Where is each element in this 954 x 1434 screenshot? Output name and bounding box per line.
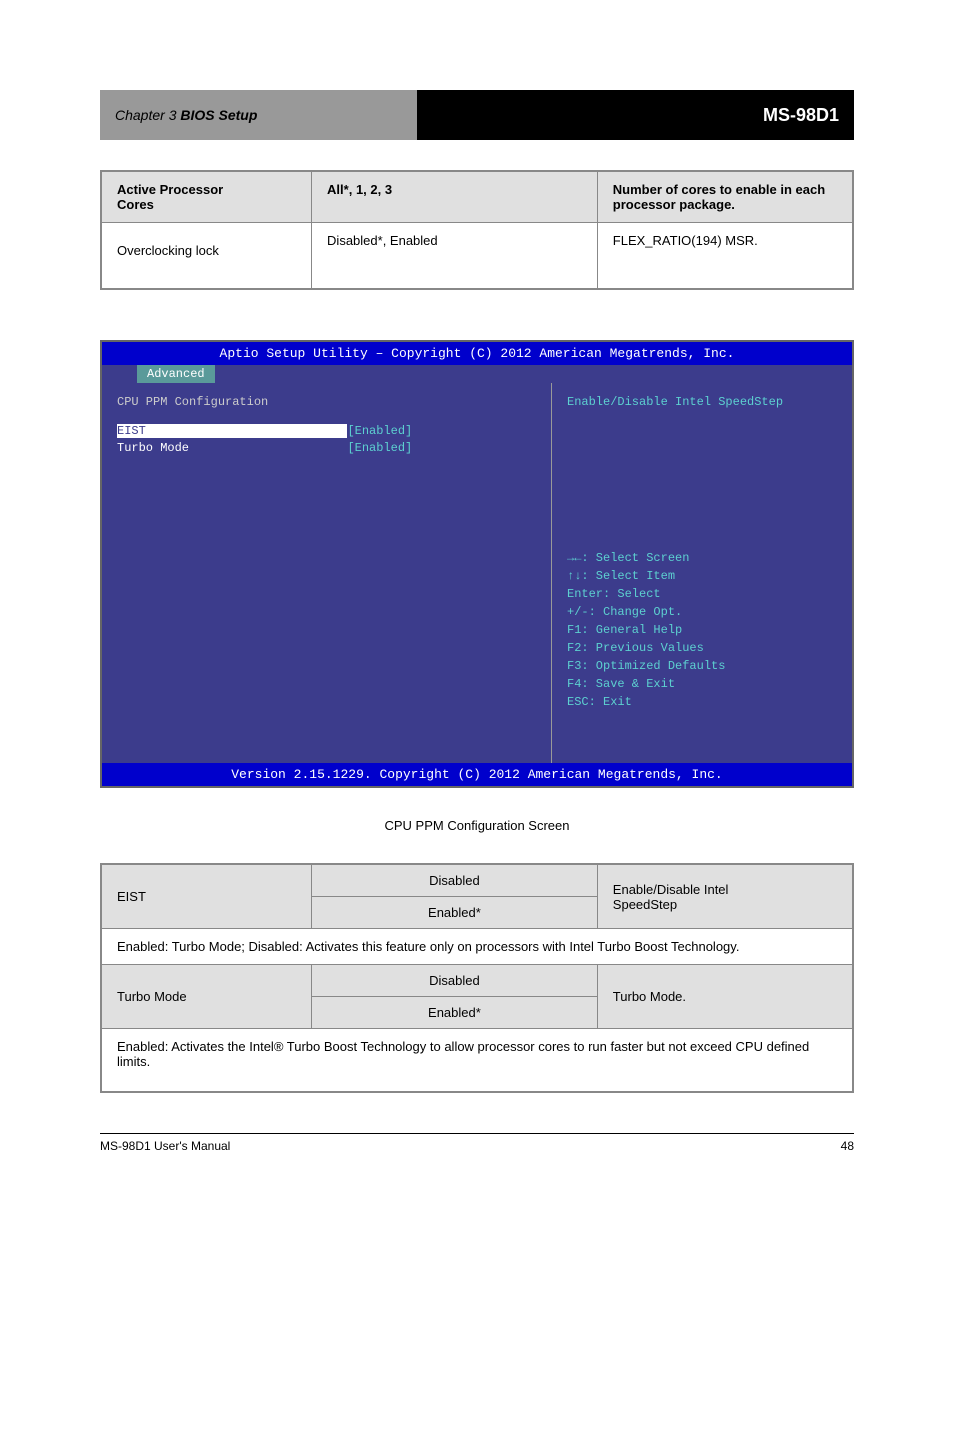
- bios-key-7: F4: Save & Exit: [567, 675, 837, 693]
- t2-turbo-opt1: Disabled: [312, 965, 598, 997]
- footer-left: MS-98D1 User's Manual: [100, 1139, 230, 1153]
- t2-eist-help: Enable/Disable Intel SpeedStep: [597, 864, 853, 929]
- bios-option-turbo-name: Turbo Mode: [117, 441, 347, 455]
- settings-table-1: Active Processor Cores All*, 1, 2, 3 Num…: [100, 170, 854, 290]
- chapter-title: BIOS Setup: [180, 107, 257, 123]
- bios-key-2: Enter: Select: [567, 585, 837, 603]
- t2-turbo-help: Turbo Mode.: [597, 965, 853, 1029]
- bios-key-1: ↑↓: Select Item: [567, 567, 837, 585]
- t1-name-active-cores: Active Processor Cores: [101, 171, 312, 223]
- bios-option-eist-value: [Enabled]: [347, 424, 412, 438]
- t2-turbo-description: Enabled: Activates the Intel® Turbo Boos…: [101, 1029, 853, 1093]
- t2-eist-opt1: Disabled: [312, 864, 598, 897]
- bios-title: Aptio Setup Utility – Copyright (C) 2012…: [102, 342, 852, 365]
- t1-help-active-cores: Number of cores to enable in each proces…: [597, 171, 853, 223]
- bios-footer: Version 2.15.1229. Copyright (C) 2012 Am…: [102, 763, 852, 786]
- header-product: MS-98D1: [417, 90, 854, 140]
- t1-name-overclocking: Overclocking lock: [101, 223, 312, 290]
- bios-key-8: ESC: Exit: [567, 693, 837, 711]
- bios-screenshot: Aptio Setup Utility – Copyright (C) 2012…: [100, 340, 854, 788]
- page-footer: MS-98D1 User's Manual 48: [100, 1133, 854, 1153]
- t1-help-overclocking: FLEX_RATIO(194) MSR.: [597, 223, 853, 290]
- t2-name-eist: EIST: [101, 864, 312, 929]
- bios-key-0: →←: Select Screen: [567, 549, 837, 567]
- bios-left-panel: CPU PPM Configuration EIST [Enabled] Tur…: [102, 383, 552, 763]
- settings-table-2: EIST Disabled Enable/Disable Intel Speed…: [100, 863, 854, 1093]
- bios-caption: CPU PPM Configuration Screen: [100, 818, 854, 833]
- chapter-prefix: Chapter 3: [115, 107, 176, 123]
- bios-option-turbo-value: [Enabled]: [347, 441, 412, 455]
- bios-option-eist[interactable]: EIST [Enabled]: [117, 424, 536, 438]
- bios-option-eist-name: EIST: [117, 424, 347, 438]
- bios-keys: →←: Select Screen ↑↓: Select Item Enter:…: [567, 549, 837, 711]
- bios-help-text: Enable/Disable Intel SpeedStep: [567, 395, 837, 409]
- page-header: Chapter 3 BIOS Setup MS-98D1: [100, 90, 854, 140]
- bios-key-6: F3: Optimized Defaults: [567, 657, 837, 675]
- bios-tab-advanced[interactable]: Advanced: [137, 365, 215, 383]
- bios-config-title: CPU PPM Configuration: [117, 395, 536, 409]
- bios-key-5: F2: Previous Values: [567, 639, 837, 657]
- t2-eist-description: Enabled: Turbo Mode; Disabled: Activates…: [101, 929, 853, 965]
- footer-right: 48: [841, 1139, 854, 1153]
- bios-key-4: F1: General Help: [567, 621, 837, 639]
- t1-options-active-cores: All*, 1, 2, 3: [312, 171, 598, 223]
- bios-key-3: +/-: Change Opt.: [567, 603, 837, 621]
- bios-right-panel: Enable/Disable Intel SpeedStep →←: Selec…: [552, 383, 852, 763]
- header-chapter: Chapter 3 BIOS Setup: [100, 90, 417, 140]
- t2-name-turbo: Turbo Mode: [101, 965, 312, 1029]
- t2-turbo-opt2: Enabled*: [312, 997, 598, 1029]
- t2-eist-opt2: Enabled*: [312, 897, 598, 929]
- bios-tabs: Advanced: [102, 365, 852, 383]
- t1-options-overclocking: Disabled*, Enabled: [312, 223, 598, 290]
- bios-option-turbo[interactable]: Turbo Mode [Enabled]: [117, 441, 536, 455]
